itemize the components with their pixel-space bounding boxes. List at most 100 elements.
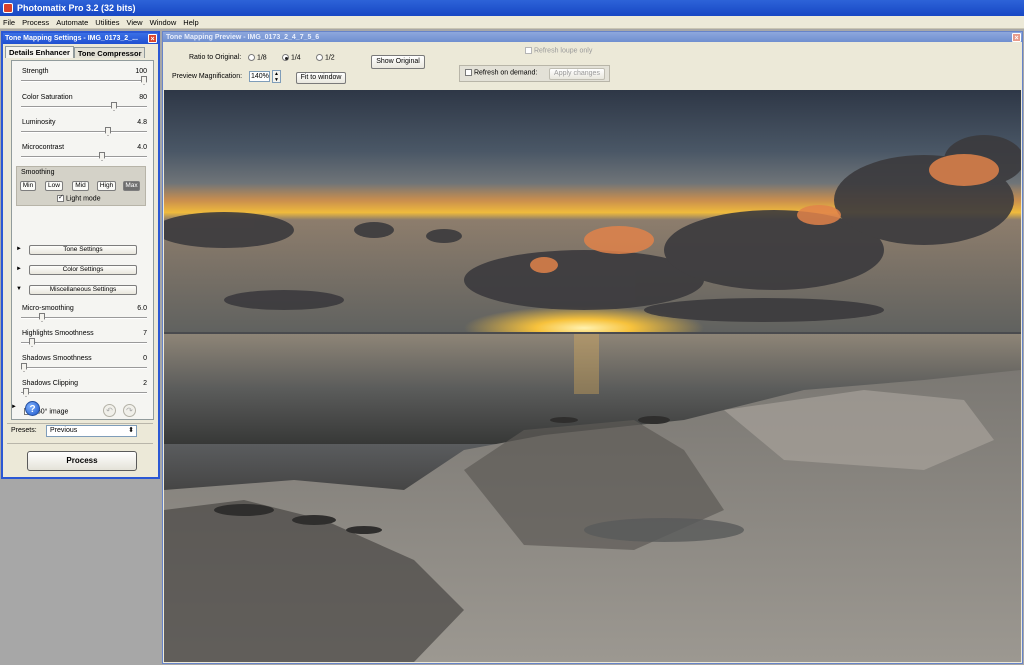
ratio-radio[interactable] [248, 54, 255, 61]
color-saturation-thumb[interactable] [111, 102, 117, 111]
collapse-arrow-icon[interactable]: ▼ [16, 286, 22, 292]
highlights-smoothness-track[interactable] [21, 342, 147, 344]
preview-image[interactable] [164, 90, 1021, 662]
micro-smoothing-label: Micro-smoothing [22, 305, 74, 312]
expand-arrow-icon[interactable]: ► [11, 404, 17, 410]
refresh-loupe-checkbox[interactable] [525, 47, 532, 54]
shadows-clipping-slider[interactable]: Shadows Clipping 2 [21, 380, 147, 398]
fit-to-window-button[interactable]: Fit to window [296, 72, 346, 84]
shadows-smoothness-thumb[interactable] [21, 363, 27, 372]
spinner-down-icon[interactable]: ▼ [273, 77, 280, 83]
shadows-clipping-value: 2 [143, 380, 147, 387]
ratio-radio[interactable] [316, 54, 323, 61]
smoothing-high-button[interactable]: High [97, 181, 116, 191]
microcontrast-track[interactable] [21, 156, 147, 158]
strength-value: 100 [135, 68, 147, 75]
settings-close-icon[interactable]: × [148, 34, 157, 43]
help-icon[interactable]: ? [25, 401, 40, 416]
refresh-on-demand-group: Refresh on demand: Apply changes [459, 65, 610, 82]
menu-automate[interactable]: Automate [56, 18, 88, 27]
select-caret-icon[interactable]: ⬍ [128, 426, 134, 436]
tab-details-enhancer[interactable]: Details Enhancer [5, 46, 74, 58]
smoothing-max-button[interactable]: Max [123, 181, 140, 191]
microcontrast-thumb[interactable] [99, 152, 105, 161]
refresh-loupe-option[interactable]: Refresh loupe only [525, 47, 592, 54]
luminosity-value: 4.8 [137, 119, 147, 126]
smoothing-group: Smoothing Min Low Mid High Max Light mod… [16, 166, 146, 206]
app-titlebar: Photomatix Pro 3.2 (32 bits) [0, 0, 1024, 16]
color-saturation-value: 80 [139, 94, 147, 101]
shadows-clipping-thumb[interactable] [23, 388, 29, 397]
highlights-smoothness-slider[interactable]: Highlights Smoothness 7 [21, 330, 147, 348]
show-original-button[interactable]: Show Original [371, 55, 425, 69]
luminosity-slider[interactable]: Luminosity 4.8 [21, 119, 147, 137]
refresh-demand-checkbox[interactable] [465, 69, 472, 76]
ratio-option-1-4[interactable]: 1/4 [282, 54, 301, 61]
strength-track[interactable] [21, 80, 147, 82]
highlights-smoothness-thumb[interactable] [29, 338, 35, 347]
settings-panel-title: Tone Mapping Settings - IMG_0173_2_... [5, 35, 138, 42]
smoothing-min-button[interactable]: Min [20, 181, 36, 191]
divider [7, 423, 153, 424]
divider [7, 443, 153, 444]
ratio-option-label: 1/2 [324, 54, 335, 62]
micro-smoothing-value: 6.0 [137, 305, 147, 312]
strength-label: Strength [22, 68, 49, 75]
magnification-input[interactable]: 140% [249, 71, 270, 82]
ratio-option-label: 1/4 [290, 54, 301, 62]
strength-thumb[interactable] [141, 76, 147, 85]
color-saturation-slider[interactable]: Color Saturation 80 [21, 94, 147, 112]
color-saturation-track[interactable] [21, 106, 147, 108]
micro-smoothing-thumb[interactable] [39, 313, 45, 322]
refresh-loupe-label: Refresh loupe only [533, 47, 593, 55]
menu-file[interactable]: File [3, 18, 15, 27]
help-row: ► ? ↶ ↷ [11, 401, 153, 421]
strength-slider[interactable]: Strength 100 [21, 68, 147, 86]
preview-toolbar: Ratio to Original: 1/8 1/4 1/2 Show Orig… [163, 42, 1022, 90]
highlights-smoothness-label: Highlights Smoothness [22, 330, 94, 337]
misc-settings-expander[interactable]: ▼ Miscellaneous Settings [16, 285, 144, 297]
misc-settings-button[interactable]: Miscellaneous Settings [29, 285, 137, 295]
undo-icon[interactable]: ↶ [103, 404, 116, 417]
settings-panel-titlebar[interactable]: Tone Mapping Settings - IMG_0173_2_... × [3, 33, 158, 44]
color-settings-expander[interactable]: ► Color Settings [16, 265, 144, 277]
menu-process[interactable]: Process [22, 18, 49, 27]
details-enhancer-body: Strength 100 Color Saturation 80 Luminos… [11, 60, 154, 420]
shadows-clipping-track[interactable] [21, 392, 147, 394]
light-mode-checkbox[interactable] [57, 193, 64, 202]
tone-mapping-settings-panel: Tone Mapping Settings - IMG_0173_2_... ×… [1, 31, 160, 479]
shadows-smoothness-slider[interactable]: Shadows Smoothness 0 [21, 355, 147, 373]
tone-settings-expander[interactable]: ► Tone Settings [16, 245, 144, 257]
menu-view[interactable]: View [126, 18, 142, 27]
redo-icon[interactable]: ↷ [123, 404, 136, 417]
micro-smoothing-slider[interactable]: Micro-smoothing 6.0 [21, 305, 147, 323]
menu-help[interactable]: Help [183, 18, 198, 27]
ratio-option-1-2[interactable]: 1/2 [316, 54, 335, 61]
smoothing-low-button[interactable]: Low [45, 181, 63, 191]
smoothing-mid-button[interactable]: Mid [72, 181, 89, 191]
microcontrast-slider[interactable]: Microcontrast 4.0 [21, 144, 147, 162]
light-mode-option[interactable]: Light mode [57, 193, 101, 202]
process-button[interactable]: Process [27, 451, 137, 471]
preview-titlebar[interactable]: Tone Mapping Preview - IMG_0173_2_4_7_5_… [163, 32, 1022, 42]
refresh-demand-option[interactable]: Refresh on demand: [465, 69, 537, 76]
luminosity-thumb[interactable] [105, 127, 111, 136]
menu-utilities[interactable]: Utilities [95, 18, 119, 27]
tone-settings-button[interactable]: Tone Settings [29, 245, 137, 255]
ratio-option-1-8[interactable]: 1/8 [248, 54, 267, 61]
refresh-demand-label: Refresh on demand: [473, 69, 538, 77]
menu-window[interactable]: Window [150, 18, 177, 27]
magnification-spinner[interactable]: ▲ ▼ [272, 70, 281, 83]
apply-changes-button[interactable]: Apply changes [549, 68, 605, 80]
presets-label: Presets: [11, 427, 37, 434]
microcontrast-value: 4.0 [137, 144, 147, 151]
tab-tone-compressor[interactable]: Tone Compressor [73, 47, 146, 58]
luminosity-track[interactable] [21, 131, 147, 133]
expand-arrow-icon[interactable]: ► [16, 246, 22, 252]
expand-arrow-icon[interactable]: ► [16, 266, 22, 272]
preview-close-icon[interactable]: × [1012, 33, 1021, 42]
presets-select[interactable]: Previous ⬍ [46, 425, 137, 437]
shadows-smoothness-track[interactable] [21, 367, 147, 369]
ratio-radio[interactable] [282, 54, 289, 61]
color-settings-button[interactable]: Color Settings [29, 265, 137, 275]
